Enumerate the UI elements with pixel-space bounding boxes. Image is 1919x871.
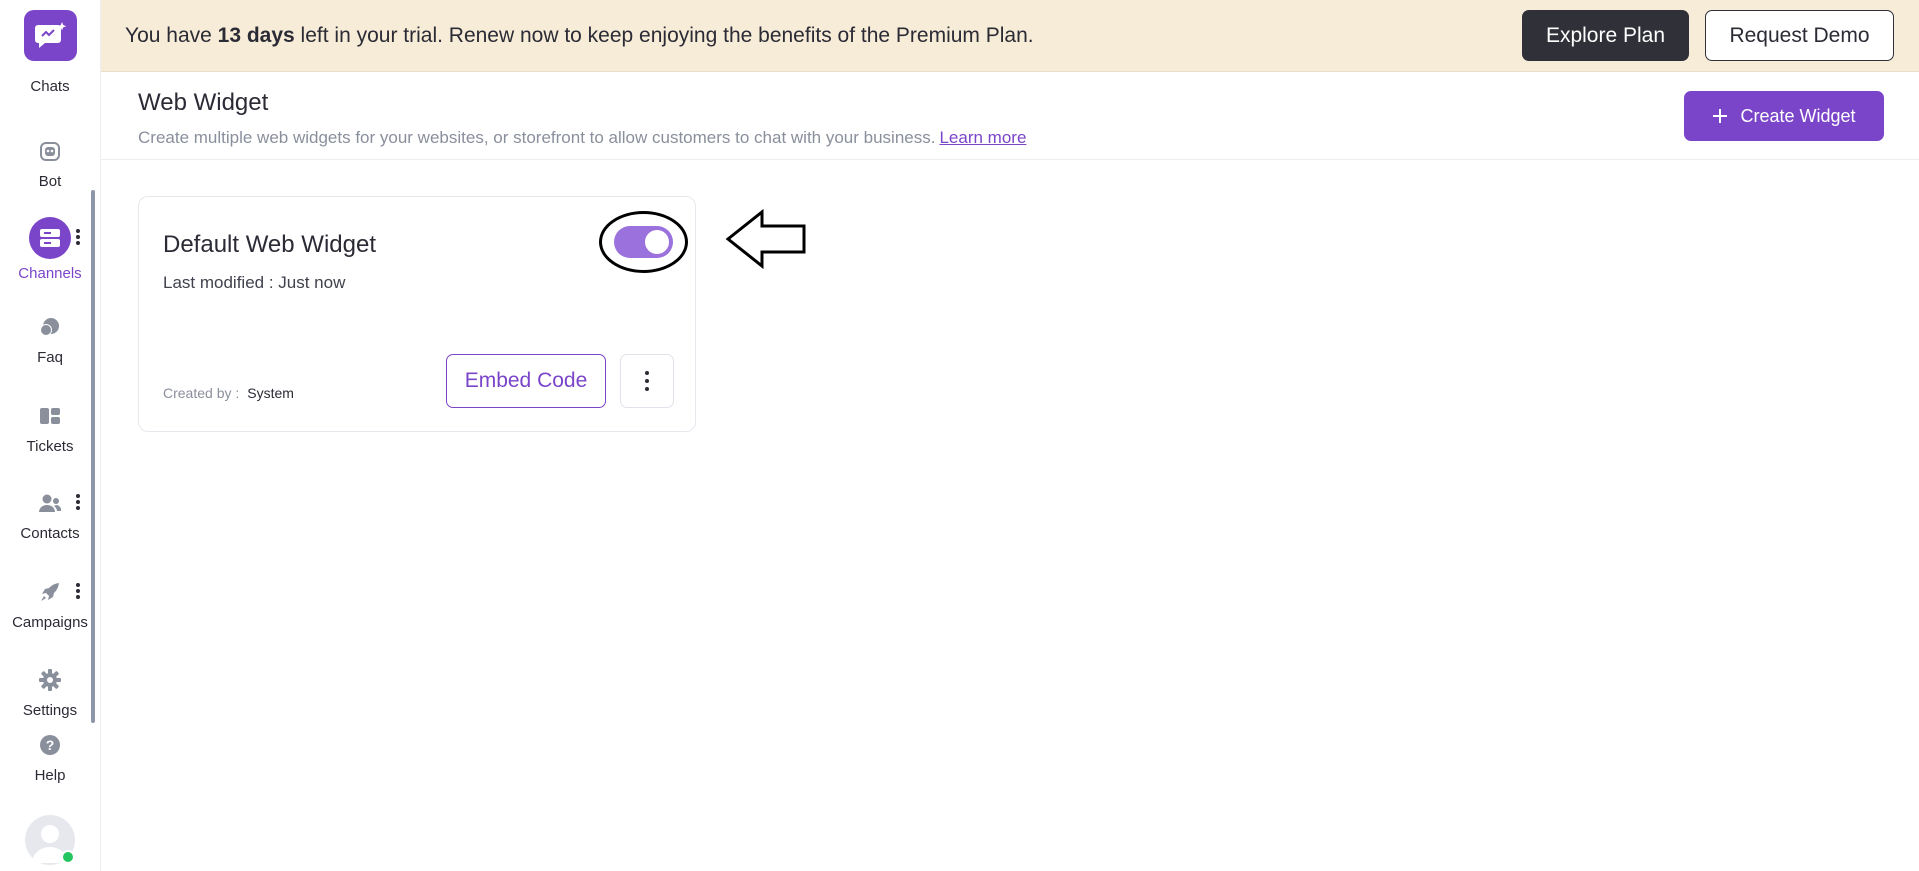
sidebar-item-channels[interactable]: Channels	[0, 217, 100, 282]
widget-last-modified: Last modified : Just now	[163, 273, 346, 292]
trial-banner: You have 13 days left in your trial. Ren…	[101, 0, 1919, 72]
highlight-circle	[599, 211, 688, 273]
tickets-icon	[38, 404, 62, 428]
sidebar-item-settings[interactable]: Settings	[0, 668, 100, 719]
chat-sparkle-icon	[34, 21, 66, 48]
sidebar-scrollbar[interactable]	[91, 190, 95, 723]
channels-icon	[29, 217, 71, 259]
sidebar-item-tickets[interactable]: Tickets	[0, 404, 100, 455]
sidebar-item-label: Chats	[30, 78, 70, 95]
widget-name: Default Web Widget	[163, 231, 376, 258]
pointer-arrow-icon	[725, 208, 806, 270]
trial-message-suffix: left in your trial. Renew now to keep en…	[294, 24, 1034, 47]
widget-card: Default Web Widget Last modified : Just …	[138, 196, 696, 432]
sidebar: Chats Bot Channels Faq Tickets Contacts	[0, 0, 101, 871]
sidebar-item-label: Bot	[38, 173, 62, 190]
campaigns-menu-icon[interactable]	[72, 580, 84, 602]
learn-more-link[interactable]: Learn more	[939, 128, 1026, 147]
create-widget-label: Create Widget	[1740, 105, 1856, 126]
page-title: Web Widget	[138, 89, 269, 116]
sidebar-item-chats[interactable]: Chats	[0, 68, 100, 95]
create-widget-button[interactable]: Create Widget	[1684, 91, 1884, 141]
sidebar-item-label: Channels	[18, 265, 82, 282]
trial-days-remaining: 13 days	[217, 24, 295, 47]
contacts-icon	[38, 491, 62, 515]
sidebar-item-label: Faq	[37, 349, 63, 366]
created-by-label: Created by :	[163, 385, 240, 401]
channels-menu-icon[interactable]	[72, 226, 84, 248]
sidebar-item-faq[interactable]: Faq	[0, 315, 100, 366]
online-status-badge	[61, 850, 75, 864]
sidebar-item-label: Settings	[22, 702, 78, 719]
gear-icon	[38, 668, 62, 692]
embed-code-button[interactable]: Embed Code	[446, 354, 606, 408]
more-options-button[interactable]	[620, 354, 674, 408]
sidebar-item-label: Contacts	[20, 525, 80, 542]
trial-message-prefix: You have	[125, 24, 218, 47]
sidebar-item-bot[interactable]: Bot	[0, 139, 100, 190]
trial-message: You have 13 days left in your trial. Ren…	[125, 24, 1034, 48]
page-description-text: Create multiple web widgets for your web…	[138, 128, 936, 147]
explore-plan-button[interactable]: Explore Plan	[1522, 10, 1689, 61]
faq-icon	[38, 315, 62, 339]
sidebar-item-label: Help	[34, 767, 66, 784]
help-icon: ?	[38, 733, 62, 757]
request-demo-button[interactable]: Request Demo	[1705, 10, 1894, 61]
sidebar-item-contacts[interactable]: Contacts	[0, 491, 100, 542]
created-by-value: System	[247, 385, 294, 401]
bot-icon	[38, 139, 62, 163]
contacts-menu-icon[interactable]	[72, 491, 84, 513]
page-header: Web Widget Create multiple web widgets f…	[101, 72, 1919, 160]
sidebar-item-help[interactable]: ? Help	[0, 733, 100, 784]
svg-text:?: ?	[46, 737, 55, 753]
plus-icon	[1713, 109, 1728, 123]
created-by: Created by : System	[163, 385, 294, 401]
campaigns-icon	[38, 580, 62, 604]
sidebar-item-label: Tickets	[26, 438, 74, 455]
page-description: Create multiple web widgets for your web…	[138, 128, 1026, 148]
app-logo[interactable]	[24, 10, 77, 61]
sidebar-item-campaigns[interactable]: Campaigns	[0, 580, 100, 631]
sidebar-item-label: Campaigns	[12, 614, 88, 631]
